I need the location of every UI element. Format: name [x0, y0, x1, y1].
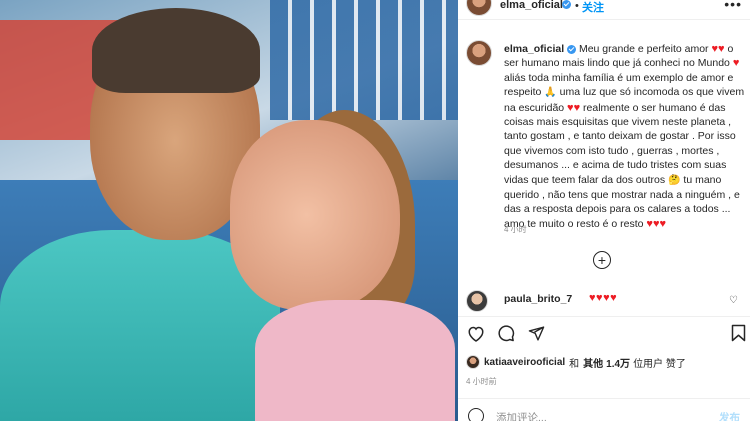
post-photo[interactable]	[0, 0, 458, 421]
likes-suffix-text: 位用户 赞了	[633, 358, 686, 370]
woman-jacket	[255, 300, 455, 421]
separator-dot: •	[575, 0, 579, 12]
verified-icon	[567, 44, 577, 54]
caption-line-1: Meu grande e perfeito amor	[578, 43, 709, 55]
comment-icon[interactable]	[496, 323, 516, 343]
comment-item: paula_brito_7 ♥♥♥♥ ♡	[466, 290, 748, 312]
avatar[interactable]	[466, 0, 492, 16]
likes-and-text: 和	[569, 358, 580, 370]
header-username[interactable]: elma_oficial	[500, 0, 563, 11]
comment-text: ♥♥♥♥	[589, 292, 618, 304]
heart-emoji-icon: ♥♥♥	[646, 217, 666, 230]
thinking-emoji-icon: 🤔	[668, 174, 681, 186]
add-comment-bar: 添加评论... 发布	[458, 404, 750, 421]
likes-count[interactable]: 1.4万	[606, 355, 630, 370]
post-comment-button[interactable]: 发布	[719, 410, 740, 421]
save-icon[interactable]	[728, 323, 748, 343]
load-more-comments-button[interactable]: +	[593, 251, 611, 269]
like-icon[interactable]	[466, 323, 486, 343]
comment-avatar[interactable]	[466, 290, 488, 312]
liker-avatar[interactable]	[466, 355, 480, 369]
heart-emoji-icon: ♥	[732, 57, 740, 70]
comment-box-divider	[458, 398, 750, 399]
caption-text: elma_oficial Meu grande e perfeito amor …	[504, 42, 749, 231]
man-hair	[92, 8, 260, 93]
caption-username[interactable]: elma_oficial	[504, 43, 564, 55]
verified-icon	[562, 0, 571, 9]
follow-button[interactable]: 关注	[582, 0, 604, 15]
post-header: elma_oficial • 关注 •••	[458, 0, 750, 18]
praying-hands-emoji-icon: 🙏	[544, 87, 557, 99]
caption-avatar[interactable]	[466, 40, 492, 66]
emoji-icon[interactable]	[468, 408, 484, 421]
heart-emoji-icon: ♥♥	[567, 101, 581, 114]
more-horizontal-icon[interactable]: •••	[724, 0, 742, 12]
likes-others-text[interactable]: 其他	[583, 355, 603, 370]
likes-summary: katiaaveirooficial 和 其他 1.4万 位用户 赞了	[466, 354, 748, 370]
liker-username[interactable]: katiaaveirooficial	[484, 357, 565, 368]
comment-like-icon[interactable]: ♡	[729, 295, 738, 306]
actions-divider	[458, 316, 750, 317]
post-time: 4 小时前	[466, 377, 497, 386]
heart-emoji-icon: ♥♥	[711, 43, 725, 55]
post-side-panel: elma_oficial • 关注 ••• elma_oficial Meu g…	[458, 0, 750, 421]
plus-icon: +	[597, 252, 607, 268]
comment-username[interactable]: paula_brito_7	[504, 293, 572, 305]
header-divider	[458, 19, 750, 20]
action-bar	[466, 323, 748, 345]
comment-input[interactable]: 添加评论...	[496, 410, 547, 421]
stadium-wall	[270, 0, 458, 120]
caption-time: 4 小时	[504, 225, 527, 234]
woman-face	[230, 120, 400, 310]
share-icon[interactable]	[526, 323, 546, 343]
